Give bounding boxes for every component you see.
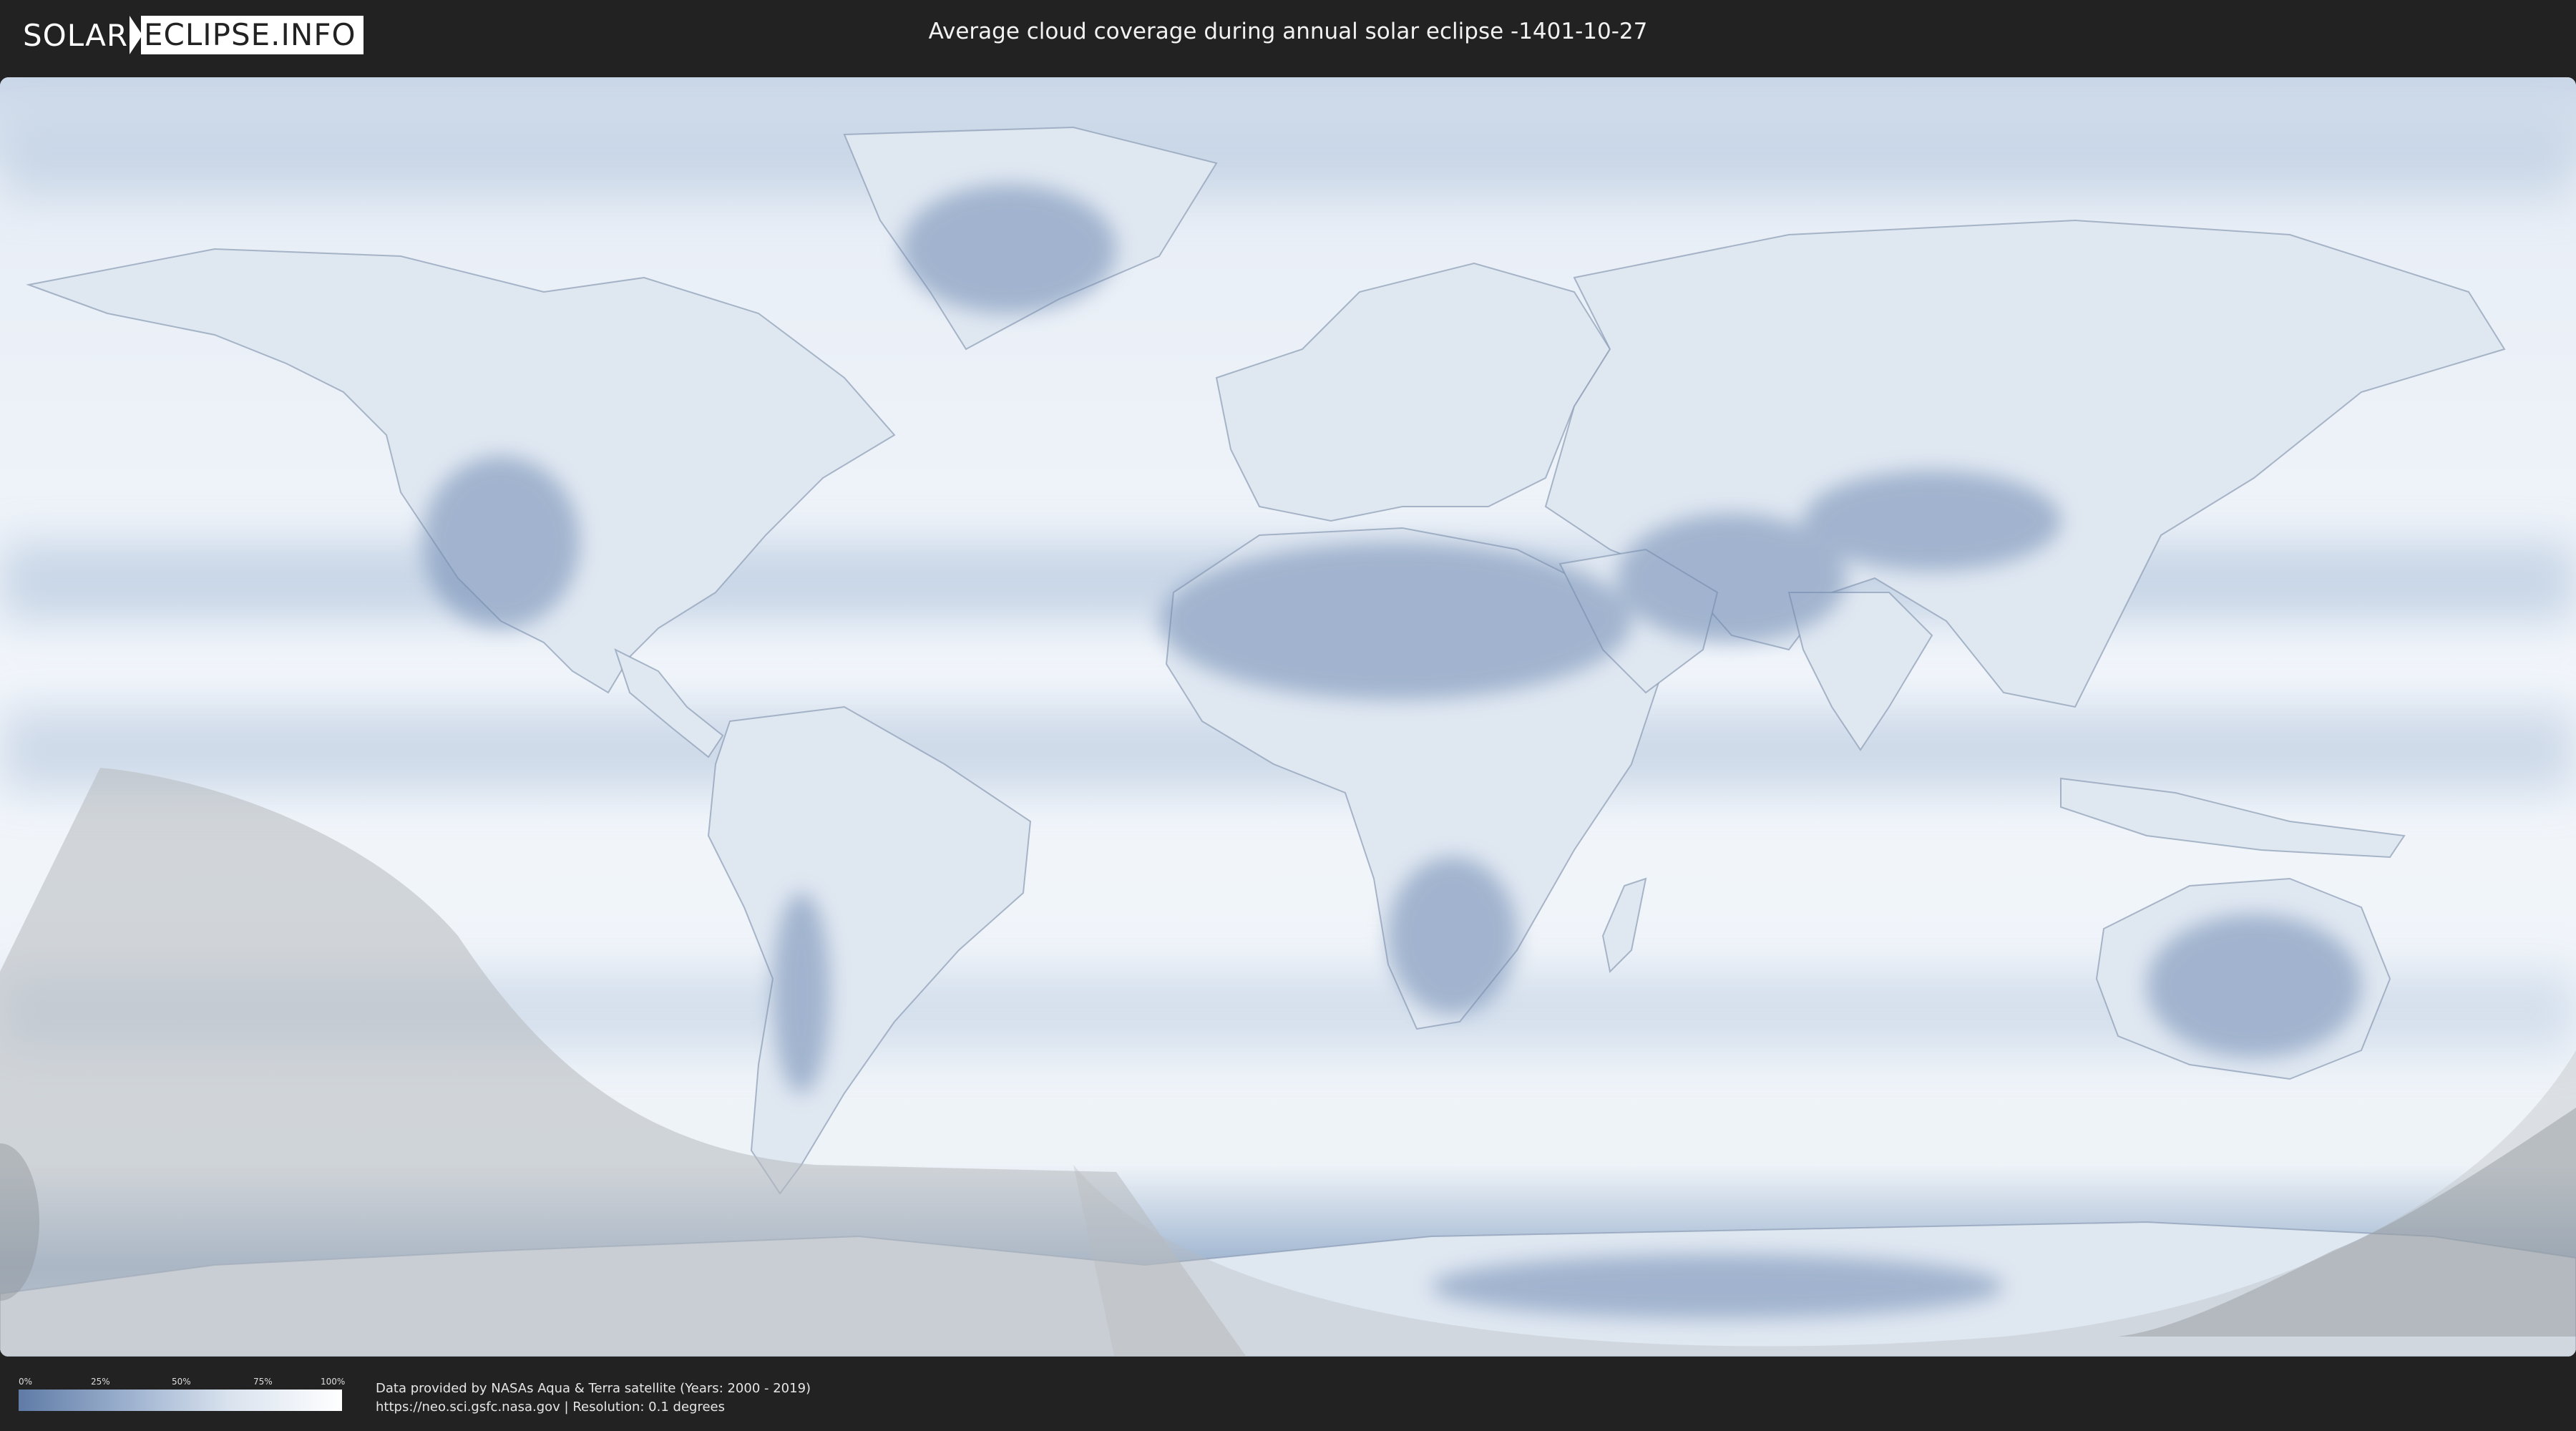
page-title: Average cloud coverage during annual sol… [928, 19, 1648, 44]
footer-bar: 0% 25% 50% 75% 100% Data provided by NAS… [0, 1359, 2576, 1431]
data-credits: Data provided by NASAs Aqua & Terra sate… [376, 1379, 811, 1417]
credit-source-line: Data provided by NASAs Aqua & Terra sate… [376, 1381, 811, 1396]
credit-url-line[interactable]: https://neo.sci.gsfc.nasa.gov | Resoluti… [376, 1398, 811, 1417]
legend-tick-row: 0% 25% 50% 75% 100% [19, 1377, 346, 1390]
page: SOLAR ECLIPSE.INFO Average cloud coverag… [0, 0, 2576, 1431]
legend-tick-50: 50% [172, 1377, 191, 1387]
header-bar: SOLAR ECLIPSE.INFO Average cloud coverag… [0, 0, 2576, 72]
legend-tick-100: 100% [321, 1377, 346, 1387]
legend-tick-25: 25% [91, 1377, 110, 1387]
cloud-coverage-map[interactable] [0, 77, 2576, 1357]
legend-gradient-bar [19, 1390, 342, 1411]
color-legend: 0% 25% 50% 75% 100% [19, 1377, 346, 1411]
legend-tick-0: 0% [19, 1377, 33, 1387]
legend-tick-75: 75% [253, 1377, 273, 1387]
world-map-canvas [0, 77, 2576, 1357]
